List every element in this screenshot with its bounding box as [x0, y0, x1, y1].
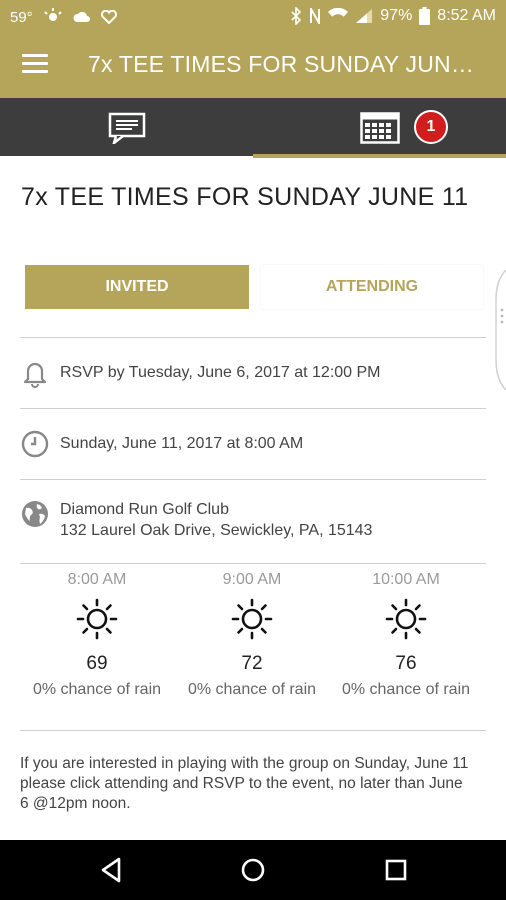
chat-icon [108, 112, 146, 144]
heart-icon [100, 10, 117, 24]
weather-time: 8:00 AM [67, 571, 127, 588]
event-description: If you are interested in playing with th… [20, 755, 469, 812]
tab-calendar[interactable] [253, 98, 506, 156]
event-detail: 7x TEE TIMES FOR SUNDAY JUNE 11 INVITED … [0, 158, 506, 840]
nfc-icon [310, 8, 321, 24]
location-address: 132 Laurel Oak Drive, Sewickley, PA, 151… [60, 522, 373, 539]
weather-temp: 72 [241, 653, 263, 674]
rsvp-text: RSVP by Tuesday, June 6, 2017 at 12:00 P… [60, 364, 381, 381]
weather-column: 10:00 AM 76 0% chance of rain [331, 571, 481, 699]
weather-temp: 76 [395, 653, 417, 674]
calendar-icon [360, 112, 400, 144]
event-title: 7x TEE TIMES FOR SUNDAY JUNE 11 [21, 183, 469, 211]
hamburger-menu-icon[interactable] [22, 54, 48, 76]
bluetooth-icon [291, 7, 302, 25]
weather-time: 10:00 AM [372, 571, 440, 588]
status-temperature: 59° [10, 8, 33, 26]
attending-button[interactable]: ATTENDING [261, 265, 483, 309]
app-bar: 7x TEE TIMES FOR SUNDAY JUNE 11 [0, 34, 506, 98]
status-time: 8:52 AM [437, 7, 496, 24]
sun-icon [231, 598, 273, 640]
clock-icon [21, 430, 49, 458]
divider [20, 408, 486, 409]
signal-icon [356, 9, 373, 23]
weather-time: 9:00 AM [222, 571, 282, 588]
weather-column: 9:00 AM 72 0% chance of rain [177, 571, 327, 699]
weather-icon [43, 8, 62, 21]
divider [20, 563, 486, 564]
weather-column: 8:00 AM 69 0% chance of rain [22, 571, 172, 699]
divider [20, 730, 486, 731]
weather-temp: 69 [86, 653, 108, 674]
datetime-row: Sunday, June 11, 2017 at 8:00 AM [20, 429, 486, 459]
weather-rain: 0% chance of rain [187, 681, 317, 698]
globe-icon [22, 501, 48, 527]
divider [20, 337, 486, 338]
side-drawer-handle[interactable] [494, 270, 506, 390]
home-icon[interactable] [237, 854, 269, 886]
weather-forecast: 8:00 AM 69 0% chance of rain 9:00 AM 72 … [20, 571, 486, 711]
sun-icon [76, 598, 118, 640]
app-title: 7x TEE TIMES FOR SUNDAY JUNE 11 [88, 51, 488, 77]
cloud-icon [73, 11, 90, 22]
invited-button[interactable]: INVITED [25, 265, 249, 309]
divider [20, 479, 486, 480]
back-icon[interactable] [95, 854, 127, 886]
location-name: Diamond Run Golf Club [60, 501, 229, 518]
wifi-icon [328, 8, 349, 23]
location-row[interactable]: Diamond Run Golf Club 132 Laurel Oak Dri… [20, 499, 486, 541]
recents-icon[interactable] [380, 854, 412, 886]
bell-icon [23, 362, 47, 388]
datetime-text: Sunday, June 11, 2017 at 8:00 AM [60, 435, 304, 452]
weather-rain: 0% chance of rain [341, 681, 471, 698]
sun-icon [385, 598, 427, 640]
notification-badge: 1 [414, 110, 448, 144]
system-nav-bar [0, 840, 506, 900]
rsvp-row: RSVP by Tuesday, June 6, 2017 at 12:00 P… [20, 358, 486, 388]
weather-rain: 0% chance of rain [32, 681, 162, 698]
status-bar: 59° 97% 8:52 AM [0, 0, 506, 34]
battery-icon [419, 7, 431, 25]
battery-percentage: 97% [380, 7, 413, 24]
tab-chat[interactable] [0, 98, 253, 156]
